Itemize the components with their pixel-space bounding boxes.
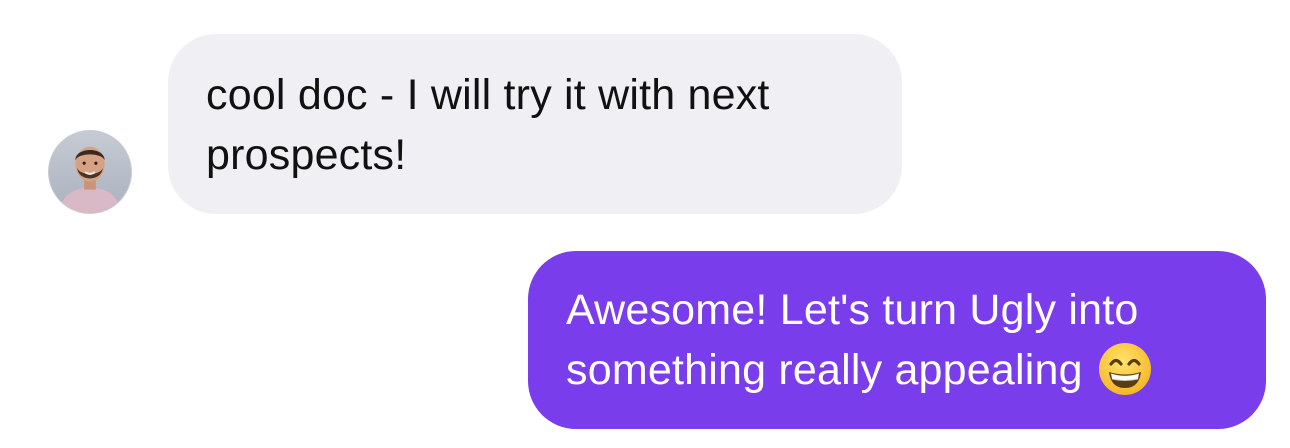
outgoing-message-bubble[interactable]: Awesome! Let's turn Ugly into something … — [528, 251, 1266, 429]
grinning-face-emoji-icon — [1097, 341, 1153, 397]
message-text-line: cool doc - I will try it with next — [206, 71, 770, 119]
message-text: something really appealing — [566, 346, 1083, 394]
message-text-line-with-emoji: something really appealing — [566, 340, 1236, 400]
message-text-line: Awesome! Let's turn Ugly into — [566, 286, 1139, 334]
incoming-message-bubble[interactable]: cool doc - I will try it with next prosp… — [168, 34, 902, 214]
chat-thread: cool doc - I will try it with next prosp… — [0, 0, 1290, 448]
message-text-line: prospects! — [206, 131, 407, 179]
person-avatar-icon — [49, 131, 131, 213]
sender-avatar[interactable] — [48, 130, 132, 214]
